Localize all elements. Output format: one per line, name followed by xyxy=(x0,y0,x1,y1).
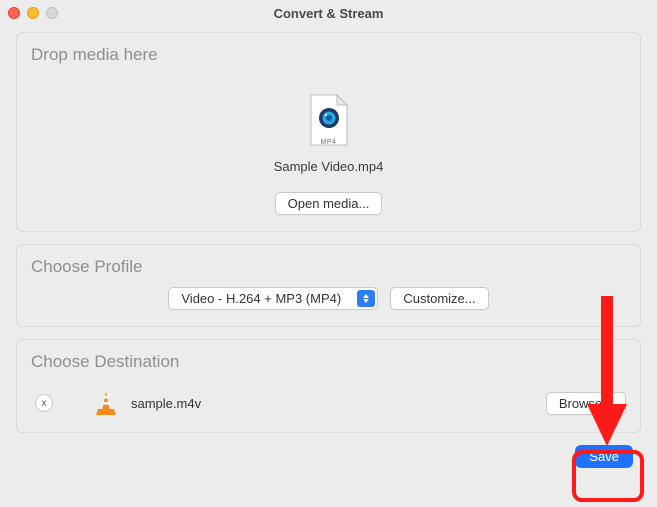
profile-select[interactable]: Video - H.264 + MP3 (MP4) xyxy=(168,287,378,310)
minimize-window-button[interactable] xyxy=(27,7,39,19)
customize-button[interactable]: Customize... xyxy=(390,287,488,310)
profile-heading: Choose Profile xyxy=(31,257,626,277)
annotation-arrow-icon xyxy=(587,296,627,446)
destination-panel: Choose Destination x sample.m4v Browse..… xyxy=(16,339,641,433)
drop-area[interactable]: MP4 Sample Video.mp4 Open media... xyxy=(31,75,626,215)
profile-selected-label: Video - H.264 + MP3 (MP4) xyxy=(181,291,341,306)
close-window-button[interactable] xyxy=(8,7,20,19)
profile-panel: Choose Profile Video - H.264 + MP3 (MP4)… xyxy=(16,244,641,327)
vlc-cone-icon xyxy=(95,390,117,416)
destination-heading: Choose Destination xyxy=(31,352,626,372)
drop-media-heading: Drop media here xyxy=(31,45,626,65)
media-file-name: Sample Video.mp4 xyxy=(274,159,384,174)
save-button[interactable]: Save xyxy=(575,445,633,468)
window-title: Convert & Stream xyxy=(0,6,657,21)
dialog-footer: Save xyxy=(16,445,641,468)
window-controls xyxy=(8,7,58,19)
select-stepper-icon xyxy=(357,290,375,307)
file-type-badge: MP4 xyxy=(307,139,351,146)
profile-select-wrap: Video - H.264 + MP3 (MP4) xyxy=(168,287,378,310)
media-file-icon: MP4 xyxy=(307,93,351,149)
drop-media-panel: Drop media here MP4 Sample Video.mp4 Ope… xyxy=(16,32,641,232)
open-media-button[interactable]: Open media... xyxy=(275,192,383,215)
destination-file-name: sample.m4v xyxy=(131,396,532,411)
close-icon: x xyxy=(42,398,47,409)
window-titlebar: Convert & Stream xyxy=(0,0,657,26)
zoom-window-button[interactable] xyxy=(46,7,58,19)
remove-destination-button[interactable]: x xyxy=(35,394,53,412)
